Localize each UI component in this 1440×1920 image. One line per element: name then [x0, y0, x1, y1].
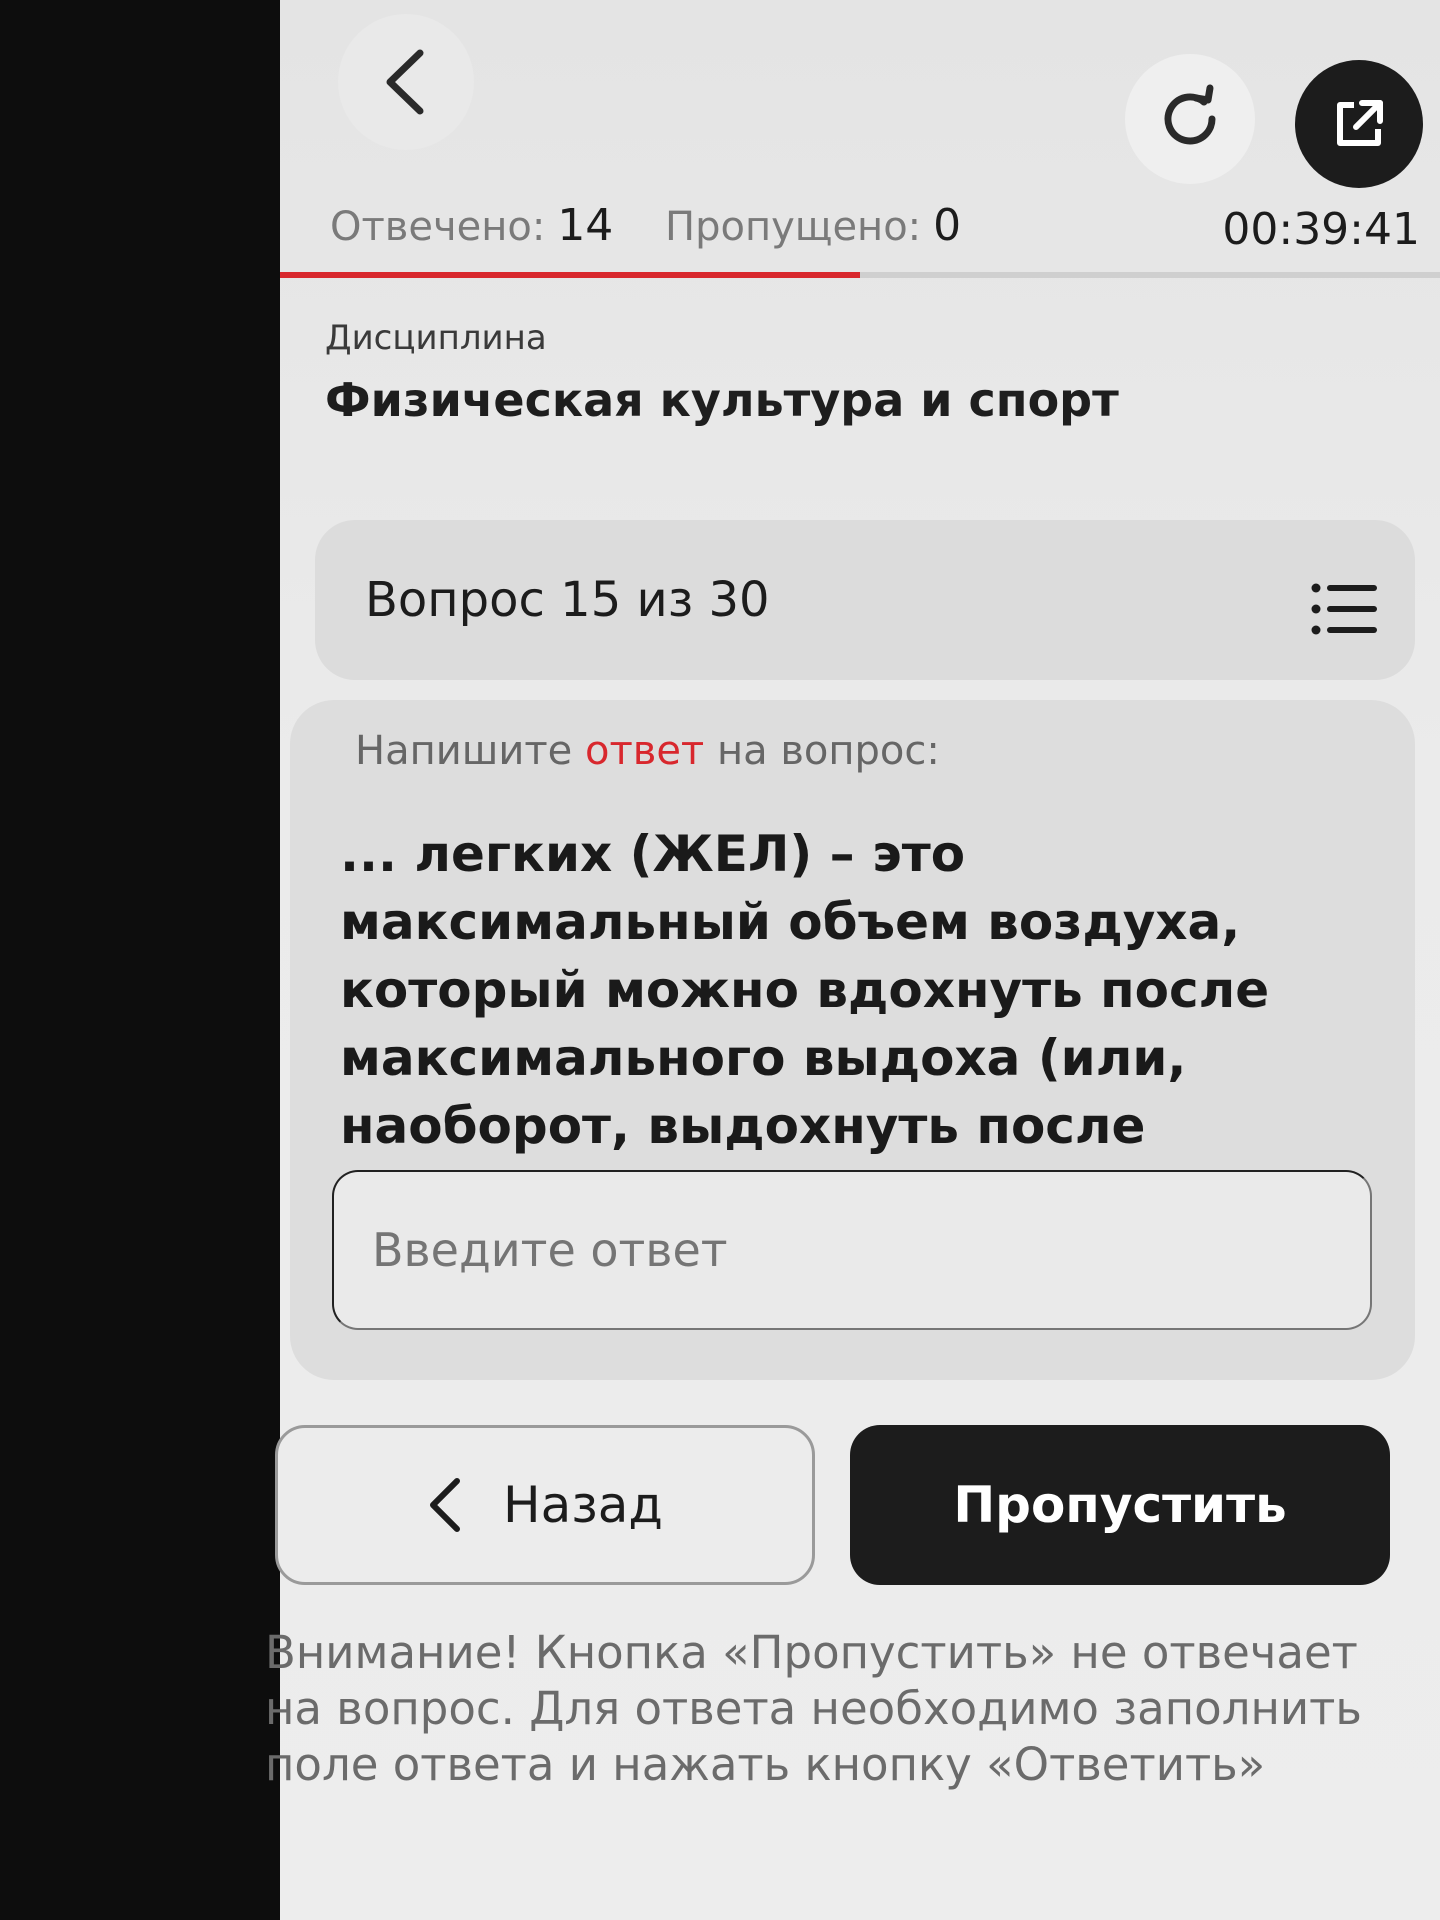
chevron-left-icon [386, 49, 424, 115]
answered-count: 14 [557, 200, 614, 251]
discipline-label: Дисциплина [325, 318, 547, 358]
question-header-card: Вопрос 15 из 30 [315, 520, 1415, 680]
question-counter: Вопрос 15 из 30 [365, 572, 770, 628]
answer-input[interactable] [332, 1170, 1372, 1330]
refresh-button[interactable] [1125, 54, 1255, 184]
back-button-label: Назад [502, 1476, 664, 1534]
skip-button-label: Пропустить [953, 1476, 1287, 1534]
prompt-text-end: на вопрос: [704, 728, 940, 774]
open-external-button[interactable] [1295, 60, 1423, 188]
chevron-left-icon [427, 1477, 463, 1533]
answered-label: Отвечено: [330, 204, 546, 250]
timer: 00:39:41 [1222, 204, 1420, 255]
prompt-accent-word: ответ [584, 728, 705, 774]
skipped-stat: Пропущено: 0 [665, 200, 961, 251]
skip-warning-text: Внимание! Кнопка «Пропустить» не отвечае… [265, 1626, 1362, 1791]
answer-prompt: Напишите ответ на вопрос: [355, 728, 940, 774]
question-list-button[interactable] [1311, 582, 1377, 640]
external-link-icon [1337, 100, 1383, 146]
back-button[interactable]: Назад [275, 1425, 815, 1585]
progress-fill [280, 272, 860, 278]
list-icon [1311, 583, 1377, 635]
answered-stat: Отвечено: 14 [330, 200, 613, 251]
back-nav-button[interactable] [338, 14, 474, 150]
prompt-text-start: Напишите [355, 728, 585, 774]
refresh-icon [1164, 84, 1216, 145]
question-text: ... легких (ЖЕЛ) – это максимальный объе… [340, 825, 1270, 1223]
skip-button[interactable]: Пропустить [850, 1425, 1390, 1585]
skipped-count: 0 [933, 200, 962, 251]
quiz-screen: Отвечено: 14 Пропущено: 0 00:39:41 Дисципл… [265, 0, 1440, 1920]
progress-bar [280, 272, 1440, 278]
discipline-name: Физическая культура и спорт [325, 373, 1119, 427]
quiz-stats: Отвечено: 14 Пропущено: 0 00:39:41 [330, 200, 1420, 260]
skipped-label: Пропущено: [665, 204, 922, 250]
answer-card: Напишите ответ на вопрос: ... легких (ЖЕ… [290, 700, 1415, 1380]
